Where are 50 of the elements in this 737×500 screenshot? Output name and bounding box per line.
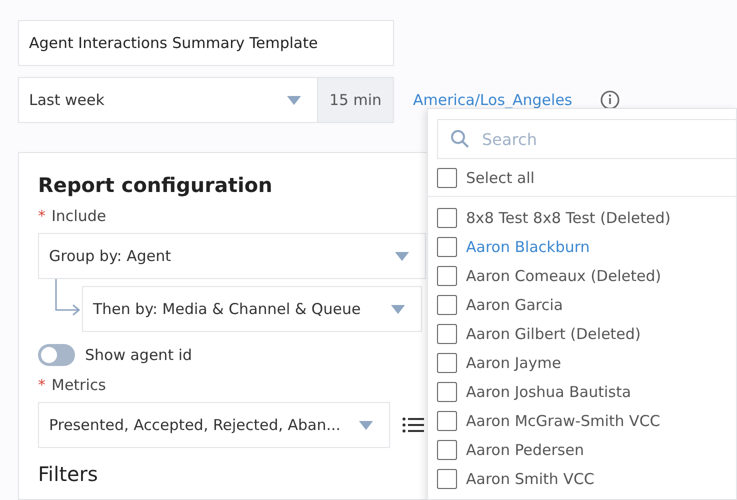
field-label: Include <box>52 207 106 225</box>
checkbox[interactable] <box>437 168 457 188</box>
select-value: Group by: Agent <box>49 247 171 265</box>
checkbox[interactable] <box>437 440 457 460</box>
required-mark: * <box>38 376 46 394</box>
interval-field: 15 min <box>318 77 394 123</box>
template-name-field[interactable]: Agent Interactions Summary Template <box>18 20 394 66</box>
toggle-label: Show agent id <box>85 346 192 364</box>
caret-icon <box>391 304 405 314</box>
agent-id-toggle[interactable] <box>38 344 75 366</box>
select-value: Presented, Accepted, Rejected, Aban... <box>49 416 341 434</box>
info-icon <box>600 90 620 110</box>
caret-icon <box>287 96 301 104</box>
section-heading: Report configuration <box>38 173 272 197</box>
select-value: Then by: Media & Channel & Queue <box>93 300 361 318</box>
search-input[interactable]: Search <box>482 130 682 148</box>
timezone-link[interactable]: America/Los_Angeles <box>413 91 572 109</box>
option-label[interactable]: Aaron Garcia <box>466 296 564 314</box>
search-field[interactable]: Search <box>437 119 736 159</box>
checkbox[interactable] <box>437 352 457 372</box>
caret-icon <box>359 420 373 430</box>
period-select[interactable]: Last week <box>18 77 318 123</box>
checkbox[interactable] <box>437 236 457 256</box>
search-icon <box>450 129 470 149</box>
checkbox[interactable] <box>437 382 457 402</box>
group-by-select[interactable]: Group by: Agent <box>38 233 426 279</box>
checkbox[interactable] <box>437 324 457 344</box>
checkbox[interactable] <box>437 468 457 488</box>
option-label[interactable]: Aaron Joshua Bautista <box>466 382 632 400</box>
then-by-select[interactable]: Then by: Media & Channel & Queue <box>82 286 422 332</box>
option-label[interactable]: Aaron Pedersen <box>466 440 584 458</box>
list-icon[interactable] <box>402 416 424 434</box>
checkbox[interactable] <box>437 410 457 430</box>
option-label[interactable]: 8x8 Test 8x8 Test (Deleted) <box>466 208 671 226</box>
checkbox[interactable] <box>437 266 457 286</box>
option-label[interactable]: Aaron Smith VCC <box>466 470 594 488</box>
option-label[interactable]: Aaron McGraw-Smith VCC <box>466 412 660 430</box>
option-label[interactable]: Aaron Jayme <box>466 354 562 372</box>
option-label[interactable]: Aaron Blackburn <box>466 238 590 256</box>
option-label[interactable]: Aaron Gilbert (Deleted) <box>466 324 641 342</box>
option-label[interactable]: Aaron Comeaux (Deleted) <box>466 266 662 284</box>
select-value: Last week <box>29 91 104 109</box>
metrics-select[interactable]: Presented, Accepted, Rejected, Aban... <box>38 402 390 448</box>
section-heading: Filters <box>38 462 98 486</box>
option-label[interactable]: Select all <box>466 168 535 186</box>
field-label: Metrics <box>52 376 106 394</box>
checkbox[interactable] <box>437 294 457 314</box>
caret-icon <box>395 252 409 260</box>
checkbox[interactable] <box>437 208 457 228</box>
required-mark: * <box>38 207 46 225</box>
